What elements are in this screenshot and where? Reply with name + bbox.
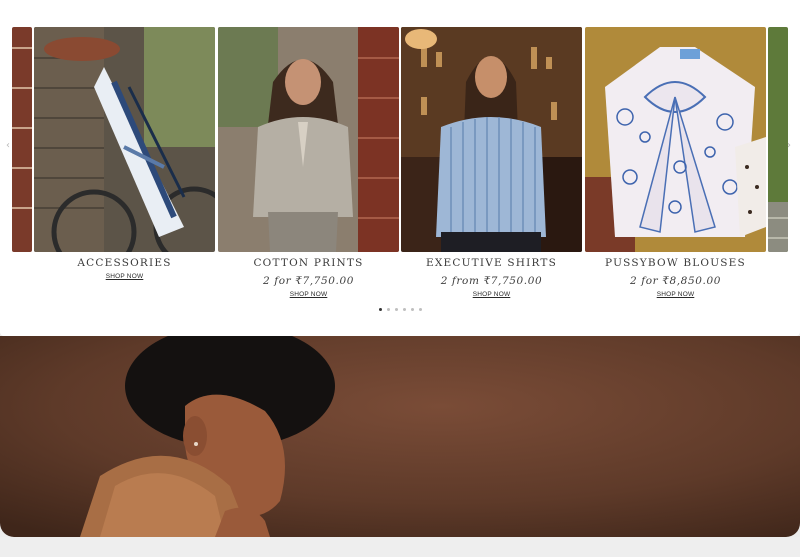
shop-now-link-cotton-prints[interactable]: SHOP NOW xyxy=(218,291,399,298)
shop-now-link-pussybow-blouses[interactable]: SHOP NOW xyxy=(585,291,766,298)
carousel-dot[interactable] xyxy=(410,308,414,311)
slide-price-executive-shirts: 2 from ₹7,750.00 xyxy=(440,275,543,287)
hero-banner[interactable] xyxy=(0,336,800,537)
page-bottom-strip xyxy=(0,537,800,557)
carousel-dot[interactable] xyxy=(402,308,406,311)
carousel-dot[interactable] xyxy=(378,308,382,311)
slide-image-pussybow-blouses[interactable] xyxy=(585,27,766,252)
slide-title-pussybow-blouses: PUSSYBOW BLOUSES xyxy=(605,257,746,269)
carousel-pagination xyxy=(0,308,800,311)
slide-image-executive-shirts[interactable] xyxy=(401,27,582,252)
shop-now-link-accessories[interactable]: SHOP NOW xyxy=(34,273,215,280)
carousel-dot[interactable] xyxy=(418,308,422,311)
slide-image-cotton-prints[interactable] xyxy=(218,27,399,252)
slide-title-executive-shirts: EXECUTIVE SHIRTS xyxy=(425,257,558,269)
carousel-track xyxy=(0,27,800,257)
slide-image-accessories[interactable] xyxy=(34,27,215,252)
slide-title-accessories: ACCESSORIES xyxy=(77,257,172,269)
hero-image xyxy=(0,336,800,537)
category-carousel-section: ‹ › ACCESSORIES SHOP NOW COTTON PRINTS 2… xyxy=(0,0,800,336)
slide-price-pussybow-blouses: 2 for ₹8,850.00 xyxy=(629,275,722,287)
carousel-dot[interactable] xyxy=(394,308,398,311)
carousel-dot[interactable] xyxy=(386,308,390,311)
slide-title-cotton-prints: COTTON PRINTS xyxy=(253,257,364,269)
slide-price-cotton-prints: 2 for ₹7,750.00 xyxy=(262,275,355,287)
shop-now-link-executive-shirts[interactable]: SHOP NOW xyxy=(401,291,582,298)
slide-partial-right[interactable] xyxy=(768,27,788,252)
slide-partial-left[interactable] xyxy=(12,27,32,252)
